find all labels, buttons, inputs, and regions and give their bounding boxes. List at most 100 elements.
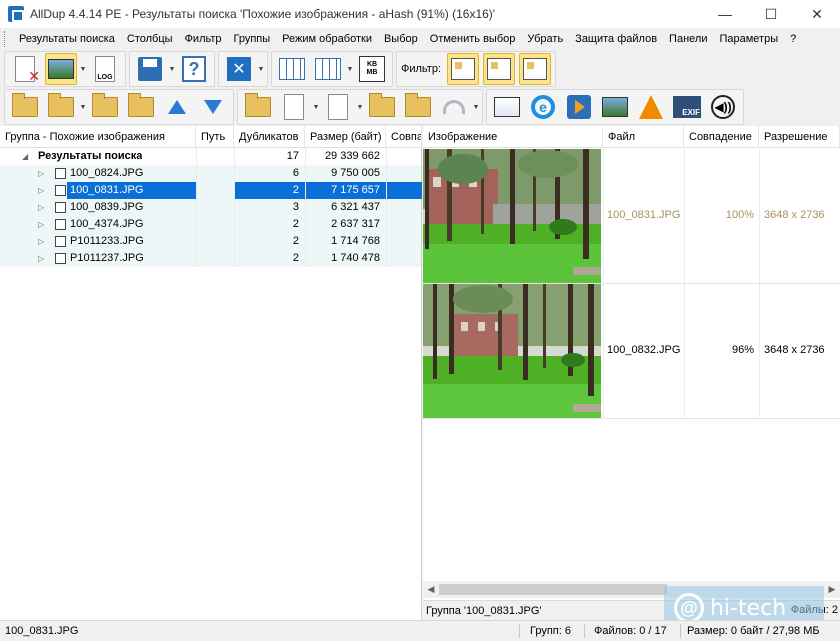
- maximize-button[interactable]: ☐: [748, 0, 794, 28]
- app-icon: [8, 6, 24, 22]
- header-size[interactable]: Размер (байт): [305, 126, 386, 148]
- open-media-player-button[interactable]: [563, 91, 595, 123]
- row-checkbox[interactable]: [55, 202, 66, 213]
- menu-grip[interactable]: [4, 31, 7, 47]
- table-row[interactable]: ▷ P1011237.JPG 2 1 740 478: [0, 250, 421, 267]
- help-button[interactable]: ?: [178, 53, 210, 85]
- play-sound-button[interactable]: ◀)): [707, 91, 739, 123]
- view-dropdown-icon[interactable]: ▼: [79, 66, 87, 73]
- menu-remove[interactable]: Убрать: [521, 33, 569, 45]
- expand-icon[interactable]: ▷: [38, 199, 44, 216]
- table-row[interactable]: ▷ 100_0839.JPG 3 6 321 437: [0, 199, 421, 216]
- expand-icon[interactable]: ▷: [38, 233, 44, 250]
- column-dropdown-icon[interactable]: ▼: [346, 66, 354, 73]
- menu-columns[interactable]: Столбцы: [121, 33, 179, 45]
- scroll-left-icon[interactable]: ◀: [423, 581, 439, 598]
- table-row[interactable]: ▷ 100_0824.JPG 6 9 750 005: [0, 165, 421, 182]
- new-file-button[interactable]: [322, 91, 354, 123]
- header-file[interactable]: Файл: [603, 126, 684, 148]
- scroll-right-icon[interactable]: ▶: [824, 581, 840, 598]
- filter-checked-button[interactable]: [483, 53, 516, 85]
- toolbar-group-open-with: e EXIF ◀)): [486, 89, 744, 125]
- header-similarity[interactable]: Совпадение: [684, 126, 759, 148]
- row-checkbox[interactable]: [55, 185, 66, 196]
- save-dropdown-icon[interactable]: ▼: [168, 66, 176, 73]
- column-width-button[interactable]: [312, 53, 344, 85]
- menu-settings[interactable]: Параметры: [713, 33, 784, 45]
- open-image-viewer-button[interactable]: [599, 91, 631, 123]
- detail-row[interactable]: 100_0832.JPG 96% 3648 x 2736: [423, 284, 840, 419]
- header-resolution[interactable]: Разрешение: [759, 126, 840, 148]
- image-thumbnail[interactable]: [423, 284, 601, 418]
- move-to-folder-button[interactable]: [125, 91, 157, 123]
- minimize-button[interactable]: —: [702, 0, 748, 28]
- check-dropdown-icon[interactable]: ▼: [312, 104, 320, 111]
- filter-all-button[interactable]: [447, 53, 480, 85]
- row-checkbox[interactable]: [55, 219, 66, 230]
- floppy-icon: [138, 57, 162, 81]
- table-row[interactable]: ▷ P1011233.JPG 2 1 714 768: [0, 233, 421, 250]
- check-folder-button[interactable]: [366, 91, 398, 123]
- table-row[interactable]: ▷ 100_4374.JPG 2 2 637 317: [0, 216, 421, 233]
- check-file-button[interactable]: [278, 91, 310, 123]
- menu-deselect[interactable]: Отменить выбор: [424, 33, 522, 45]
- header-group[interactable]: Группа - Похожие изображения: [0, 126, 196, 148]
- menu-search-results[interactable]: Результаты поиска: [13, 33, 121, 45]
- column-divider: [684, 149, 685, 284]
- open-folder-button[interactable]: [402, 91, 434, 123]
- row-checkbox[interactable]: [55, 168, 66, 179]
- move-dropdown-icon[interactable]: ▼: [79, 104, 87, 111]
- clear-results-button[interactable]: ✕: [9, 53, 41, 85]
- menu-help[interactable]: ?: [784, 33, 802, 45]
- file-dropdown-icon[interactable]: ▼: [356, 104, 364, 111]
- menu-file-protection[interactable]: Защита файлов: [569, 33, 663, 45]
- save-button[interactable]: [134, 53, 166, 85]
- filter-unchecked-button[interactable]: [519, 53, 552, 85]
- image-thumbnail[interactable]: [423, 149, 601, 283]
- table-row-selected[interactable]: ▷ 100_0831.JPG 2 7 175 657: [0, 182, 422, 199]
- row-checkbox[interactable]: [55, 253, 66, 264]
- menu-panels[interactable]: Панели: [663, 33, 713, 45]
- columns-button[interactable]: [276, 53, 308, 85]
- open-document-button[interactable]: [491, 91, 523, 123]
- row-size: 7 175 657: [331, 184, 380, 196]
- close-window-button[interactable]: ✕: [223, 53, 255, 85]
- header-image[interactable]: Изображение: [423, 126, 603, 148]
- size-units-button[interactable]: KB MB: [356, 53, 388, 85]
- collapse-icon[interactable]: ◢: [22, 148, 28, 165]
- close-button[interactable]: ✕: [794, 0, 840, 28]
- folder-settings-button[interactable]: [242, 91, 274, 123]
- exif-button[interactable]: EXIF: [671, 91, 703, 123]
- detail-row[interactable]: 100_0831.JPG 100% 3648 x 2736: [423, 149, 840, 284]
- row-checkbox[interactable]: [55, 236, 66, 247]
- park-photo: [423, 284, 601, 418]
- open-browser-button[interactable]: e: [527, 91, 559, 123]
- tree-root-row[interactable]: ◢ Результаты поиска 17 29 339 662: [0, 148, 421, 165]
- menu-filter[interactable]: Фильтр: [179, 33, 228, 45]
- scrollbar-thumb[interactable]: [439, 584, 667, 595]
- row-duplicates: 6: [292, 167, 299, 179]
- log-button[interactable]: LOG: [89, 53, 121, 85]
- menu-groups[interactable]: Группы: [228, 33, 277, 45]
- menu-select[interactable]: Выбор: [378, 33, 424, 45]
- header-match[interactable]: Совпа: [386, 126, 422, 148]
- header-path[interactable]: Путь: [196, 126, 234, 148]
- view-results-button[interactable]: [45, 53, 77, 85]
- expand-icon[interactable]: ▷: [38, 182, 44, 199]
- copy-to-folder-button[interactable]: [89, 91, 121, 123]
- expand-icon[interactable]: ▷: [38, 250, 44, 267]
- download-button[interactable]: [197, 91, 229, 123]
- menu-processing-mode[interactable]: Режим обработки: [276, 33, 378, 45]
- undo-button[interactable]: [438, 91, 470, 123]
- move-forward-button[interactable]: [45, 91, 77, 123]
- header-duplicates[interactable]: Дубликатов: [234, 126, 305, 148]
- upload-button[interactable]: [161, 91, 193, 123]
- close-dropdown-icon[interactable]: ▼: [257, 66, 265, 73]
- expand-icon[interactable]: ▷: [38, 216, 44, 233]
- vlc-cone-icon: [639, 95, 663, 119]
- toolbar-group-filter: Фильтр:: [396, 51, 557, 87]
- open-vlc-button[interactable]: [635, 91, 667, 123]
- move-back-button[interactable]: [9, 91, 41, 123]
- expand-icon[interactable]: ▷: [38, 165, 44, 182]
- undo-dropdown-icon[interactable]: ▼: [472, 104, 480, 111]
